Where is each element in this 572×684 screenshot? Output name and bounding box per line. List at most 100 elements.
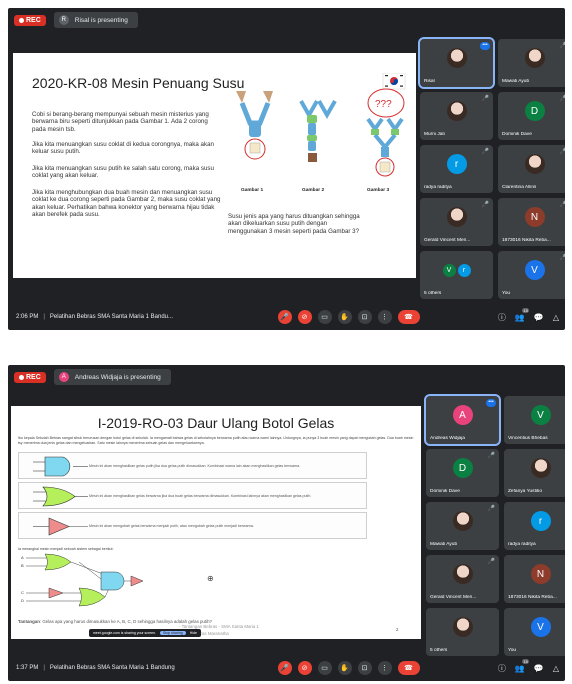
participant-tile[interactable]: Gerald Vincent Men... 🎤 — [420, 198, 493, 246]
participant-name: Dominik Dave — [430, 489, 460, 494]
participant-name: Risal — [424, 79, 435, 84]
more-options-button[interactable]: ⋮ — [377, 310, 392, 324]
participant-name: Zefanya Yustitio — [508, 489, 543, 494]
participant-tile[interactable]: VYou🎤 — [504, 608, 565, 656]
participant-tile[interactable]: VYou🎤 — [498, 251, 565, 299]
mic-off-button[interactable]: 🎤 — [277, 661, 292, 675]
participant-name: You — [502, 291, 511, 296]
captions-button[interactable]: ▭ — [317, 310, 332, 324]
participant-name: 1873016 Nikita Reba... — [508, 595, 557, 600]
participant-photo — [524, 154, 545, 175]
people-count: 15 — [522, 658, 529, 664]
people-button[interactable]: 👥 15 — [515, 658, 529, 673]
participant-tile[interactable]: D Dominik Dave 🎤 — [498, 92, 565, 140]
participant-grid: Risal ••• Mawati Ayub 🎤 Murni Jati 🎤 D Dominik … — [418, 37, 565, 299]
people-count: 15 — [522, 307, 529, 313]
chat-icon[interactable]: 💬 — [534, 664, 544, 673]
participant-tile[interactable]: Vr 5 others — [420, 251, 493, 299]
participant-tile[interactable]: N1873016 Nikita Reba...🎤 — [498, 198, 565, 246]
machine-figure-2 — [299, 100, 337, 162]
participant-name: radya raditya — [508, 542, 536, 547]
camera-off-button[interactable]: ⊘ — [297, 310, 312, 324]
machine-row-3: Mesin ini akan mengubah gelas berwarna m… — [18, 512, 367, 539]
meeting-title: Pelatihan Bebras SMA Santa Maria 1 Bandu… — [49, 665, 175, 671]
activities-icon[interactable]: △ — [553, 313, 559, 322]
presenter-avatar: A — [58, 372, 69, 382]
participant-tile[interactable]: Zefanya Yustitio🎤 — [504, 449, 565, 497]
participant-name: You — [508, 648, 517, 653]
info-icon[interactable]: ⓘ — [498, 312, 506, 323]
call-controls: 🎤 ⊘ ▭ ✋ ⊡ ⋮ ☎ — [277, 310, 420, 324]
participant-tile[interactable]: D Dominik Dave 🎤 — [426, 449, 499, 497]
participant-name: Clarentina Allins — [502, 185, 537, 190]
people-button[interactable]: 👥 15 — [514, 307, 529, 322]
captions-button[interactable]: ▭ — [317, 661, 332, 675]
info-icon[interactable]: ⓘ — [498, 663, 506, 674]
participant-tile[interactable]: Mawati Ayub 🎤 — [498, 39, 565, 87]
mic-muted-icon: 🎤 — [487, 453, 495, 459]
participant-tile[interactable]: A Andreas Widjaja ••• — [424, 394, 501, 446]
more-options-button[interactable]: ⋮ — [377, 661, 392, 675]
mic-muted-icon: 🎤 — [559, 149, 565, 155]
camera-off-button[interactable]: ⊘ — [297, 661, 312, 675]
participant-tile[interactable]: Risal ••• — [418, 37, 495, 89]
end-call-button[interactable]: ☎ — [397, 661, 420, 675]
tile-options-button[interactable]: ••• — [480, 42, 490, 50]
page-number: 2 — [396, 627, 399, 632]
people-icon: 👥 — [514, 312, 525, 322]
recording-badge: REC — [14, 371, 46, 383]
question-marks: ??? — [375, 99, 392, 110]
chat-icon[interactable]: 💬 — [534, 313, 544, 322]
slide-paragraph-1: Cobi si berang-berang mempunyai sebuah m… — [32, 111, 209, 133]
participant-tile[interactable]: Gerald Vincent Men... 🎤 — [426, 555, 499, 603]
participant-name: Andreas Widjaja — [430, 436, 465, 441]
participant-tile[interactable]: rradya raditya🎤 — [504, 502, 565, 550]
participant-grid: AAndreas Widjaja•••VVincentius Bhebas🎤DD… — [424, 394, 565, 656]
bottom-bar: 1:37 PM | Pelatihan Bebras SMA Santa Mari… — [8, 655, 565, 681]
raise-hand-button[interactable]: ✋ — [337, 310, 352, 324]
mic-muted-icon: 🎤 — [481, 149, 489, 155]
participant-name: Vincentius Bhebas — [508, 436, 548, 441]
mic-off-button[interactable]: 🎤 — [277, 310, 292, 324]
slide-paragraph-4: Jika kita menghubungkan dua buah mesin d… — [32, 189, 221, 219]
participant-name: Gerald Vincent Men... — [430, 595, 477, 600]
raise-hand-button[interactable]: ✋ — [337, 661, 352, 675]
participant-tile[interactable]: 5 others — [426, 608, 499, 656]
end-call-button[interactable]: ☎ — [397, 310, 420, 324]
present-button[interactable]: ⊡ — [357, 661, 372, 675]
participant-name: Dominik Dave — [502, 132, 532, 137]
top-bar: REC A Andreas Widjaja is presenting — [8, 365, 565, 389]
activities-icon[interactable]: △ — [553, 664, 559, 673]
participant-tile[interactable]: VVincentius Bhebas🎤 — [504, 396, 565, 444]
mic-muted-icon: 🎤 — [559, 255, 565, 261]
participant-photo — [446, 207, 467, 228]
participant-avatar: r — [446, 154, 467, 175]
participant-photo — [452, 511, 473, 532]
slide-intro: Ibu kepala Sekolah Bebras sangat sibuk b… — [18, 436, 414, 445]
participant-tile[interactable]: rradya raditya🎤 — [420, 145, 493, 193]
figure-caption-1: Gambar 1 — [241, 188, 264, 193]
participant-name: 5 others — [430, 648, 448, 653]
present-button[interactable]: ⊡ — [357, 310, 372, 324]
meet-window-2: REC A Andreas Widjaja is presenting I-20… — [8, 365, 565, 681]
participant-avatar: V — [530, 405, 551, 426]
mic-muted-icon: 🎤 — [559, 43, 565, 49]
participant-tile[interactable]: Clarentina Allins 🎤 — [498, 145, 565, 193]
presenter-banner: R Risal is presenting — [53, 12, 138, 28]
participant-tile[interactable]: Murni Jati 🎤 — [420, 92, 493, 140]
meet-window-1: REC R Risal is presenting 2020-KR-08 Mes… — [8, 8, 565, 330]
and-gate-icon — [33, 456, 88, 477]
not-gate-icon — [33, 517, 88, 536]
participant-tile[interactable]: N1873016 Nikita Reba...🎤 — [504, 555, 565, 603]
participant-tile[interactable]: Mawati Ayub 🎤 — [426, 502, 499, 550]
hide-button[interactable]: Hide — [190, 631, 197, 635]
input-d-label: D — [21, 598, 24, 603]
mic-muted-icon: 🎤 — [559, 96, 565, 102]
slide-paragraph-3: Jika kita menuangkan susu putih ke salah… — [32, 165, 214, 180]
mic-muted-icon: 🎤 — [481, 202, 489, 208]
call-controls: 🎤 ⊘ ▭ ✋ ⊡ ⋮ ☎ — [277, 661, 420, 675]
slide-paragraph-2: Jika kita menuangkan susu coklat di kedu… — [32, 141, 214, 156]
participant-avatar: r — [457, 263, 471, 277]
tile-options-button[interactable]: ••• — [486, 399, 496, 407]
stop-sharing-button[interactable]: Stop sharing — [160, 631, 186, 635]
